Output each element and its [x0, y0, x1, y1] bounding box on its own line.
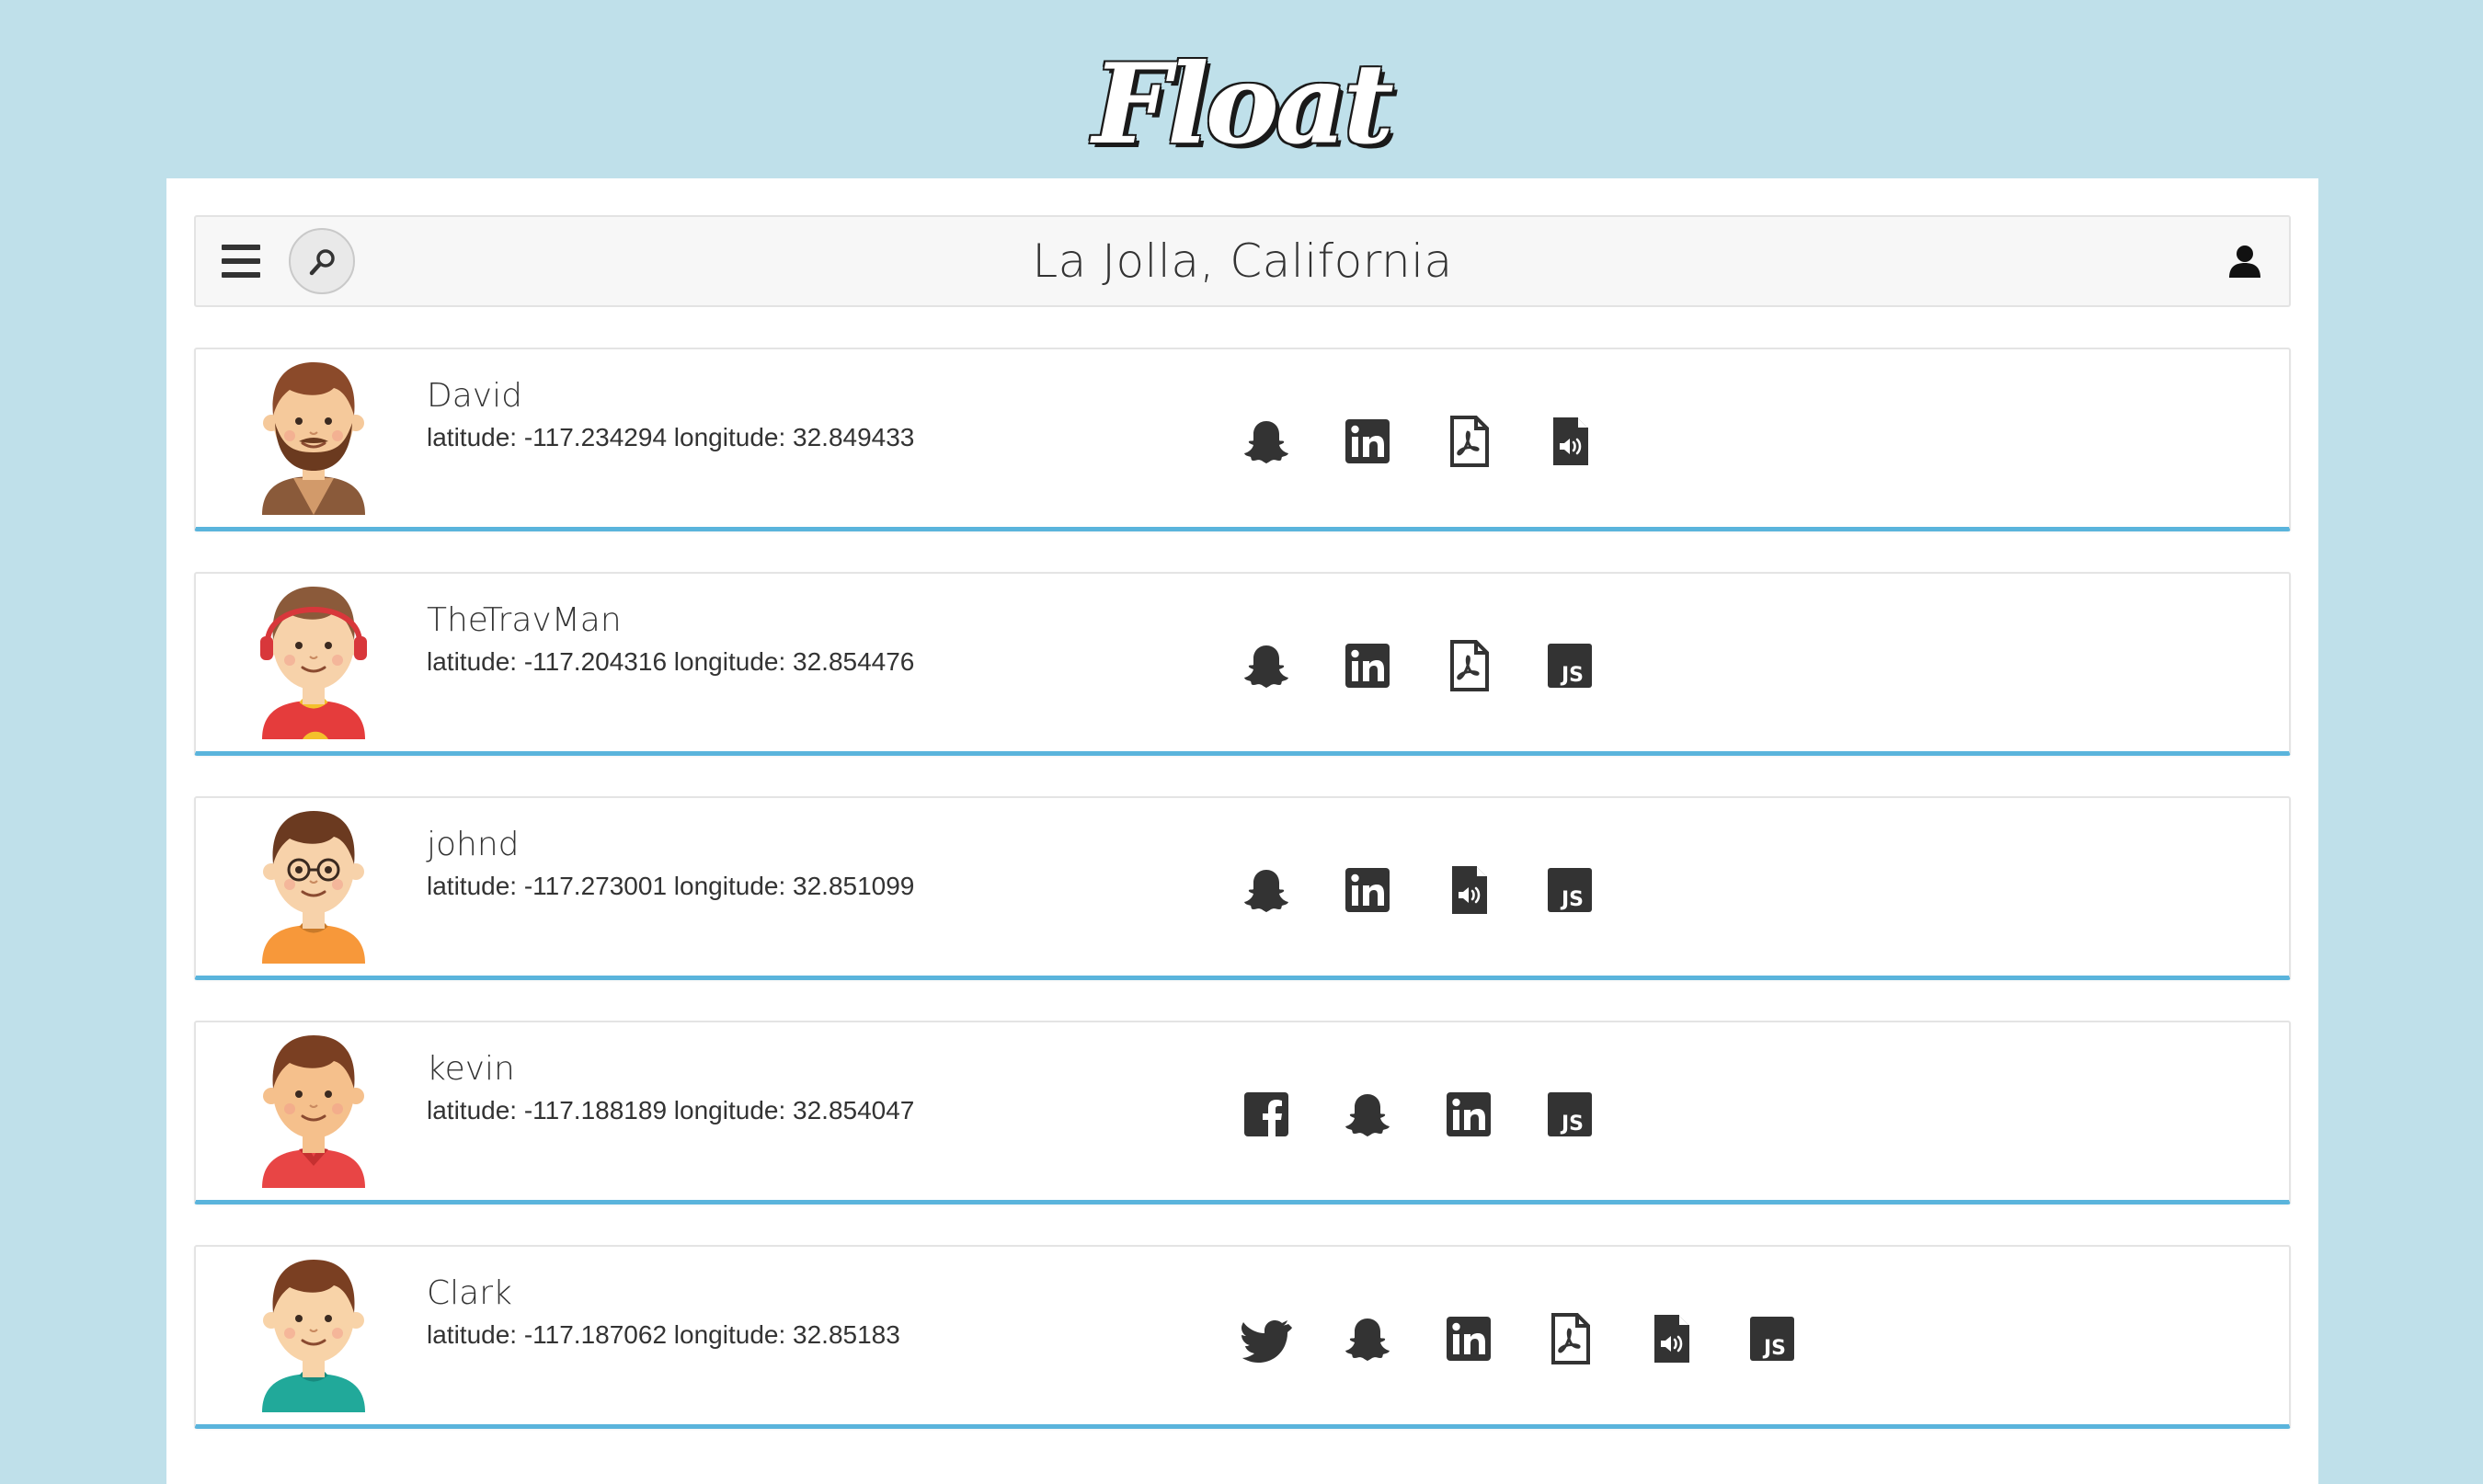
linkedin-icon[interactable] [1441, 1311, 1496, 1366]
snapchat-icon[interactable] [1340, 1311, 1395, 1366]
js-icon[interactable]: JS [1542, 862, 1597, 918]
user-coordinates: latitude: -117.204316 longitude: 32.8544… [427, 647, 915, 676]
svg-text:JS: JS [1560, 888, 1584, 911]
avatar [253, 798, 374, 964]
user-coordinates: latitude: -117.187062 longitude: 32.8518… [427, 1320, 900, 1349]
user-name[interactable]: johnd [427, 826, 520, 863]
js-icon[interactable]: JS [1542, 1087, 1597, 1142]
user-card[interactable]: johnd latitude: -117.273001 longitude: 32… [194, 796, 2291, 980]
user-name[interactable]: TheTravMan [427, 601, 622, 639]
avatar [253, 1022, 374, 1188]
pdf-icon[interactable] [1441, 638, 1496, 693]
user-card[interactable]: Clark latitude: -117.187062 longitude: 32… [194, 1245, 2291, 1429]
user-name[interactable]: David [427, 377, 522, 415]
snapchat-icon[interactable] [1239, 414, 1294, 469]
avatar [253, 1247, 374, 1412]
snapchat-icon[interactable] [1239, 862, 1294, 918]
snapchat-icon[interactable] [1239, 638, 1294, 693]
user-card[interactable]: kevin latitude: -117.188189 longitude: 32… [194, 1021, 2291, 1204]
avatar [253, 349, 374, 515]
user-card[interactable]: David latitude: -117.234294 longitude: 32… [194, 348, 2291, 531]
svg-text:JS: JS [1560, 1113, 1584, 1136]
linkedin-icon[interactable] [1441, 1087, 1496, 1142]
svg-text:JS: JS [1762, 1337, 1786, 1360]
audio-file-icon[interactable] [1441, 862, 1496, 918]
avatar [253, 574, 374, 739]
user-name[interactable]: kevin [427, 1050, 515, 1088]
linkedin-icon[interactable] [1340, 414, 1395, 469]
user-coordinates: latitude: -117.188189 longitude: 32.8540… [427, 1096, 915, 1124]
user-name[interactable]: Clark [427, 1274, 512, 1312]
user-coordinates: latitude: -117.273001 longitude: 32.8510… [427, 872, 915, 900]
svg-text:JS: JS [1560, 664, 1584, 687]
js-icon[interactable]: JS [1745, 1311, 1800, 1366]
linkedin-icon[interactable] [1340, 638, 1395, 693]
brand-logo: Float [1092, 40, 1394, 169]
audio-file-icon[interactable] [1542, 414, 1597, 469]
user-card[interactable]: TheTravMan latitude: -117.204316 longitud… [194, 572, 2291, 756]
audio-file-icon[interactable] [1643, 1311, 1699, 1366]
facebook-icon[interactable] [1239, 1087, 1294, 1142]
user-coordinates: latitude: -117.234294 longitude: 32.8494… [427, 423, 915, 451]
pdf-icon[interactable] [1542, 1311, 1597, 1366]
pdf-icon[interactable] [1441, 414, 1496, 469]
location-title: La Jolla, California [1032, 234, 1453, 288]
top-navbar: La Jolla, California [194, 215, 2291, 307]
js-icon[interactable]: JS [1542, 638, 1597, 693]
twitter-icon[interactable] [1239, 1311, 1294, 1366]
user-profile-icon[interactable] [2226, 243, 2263, 280]
linkedin-icon[interactable] [1340, 862, 1395, 918]
main-panel: La Jolla, California David latitude: -117… [166, 178, 2318, 1484]
snapchat-icon[interactable] [1340, 1087, 1395, 1142]
